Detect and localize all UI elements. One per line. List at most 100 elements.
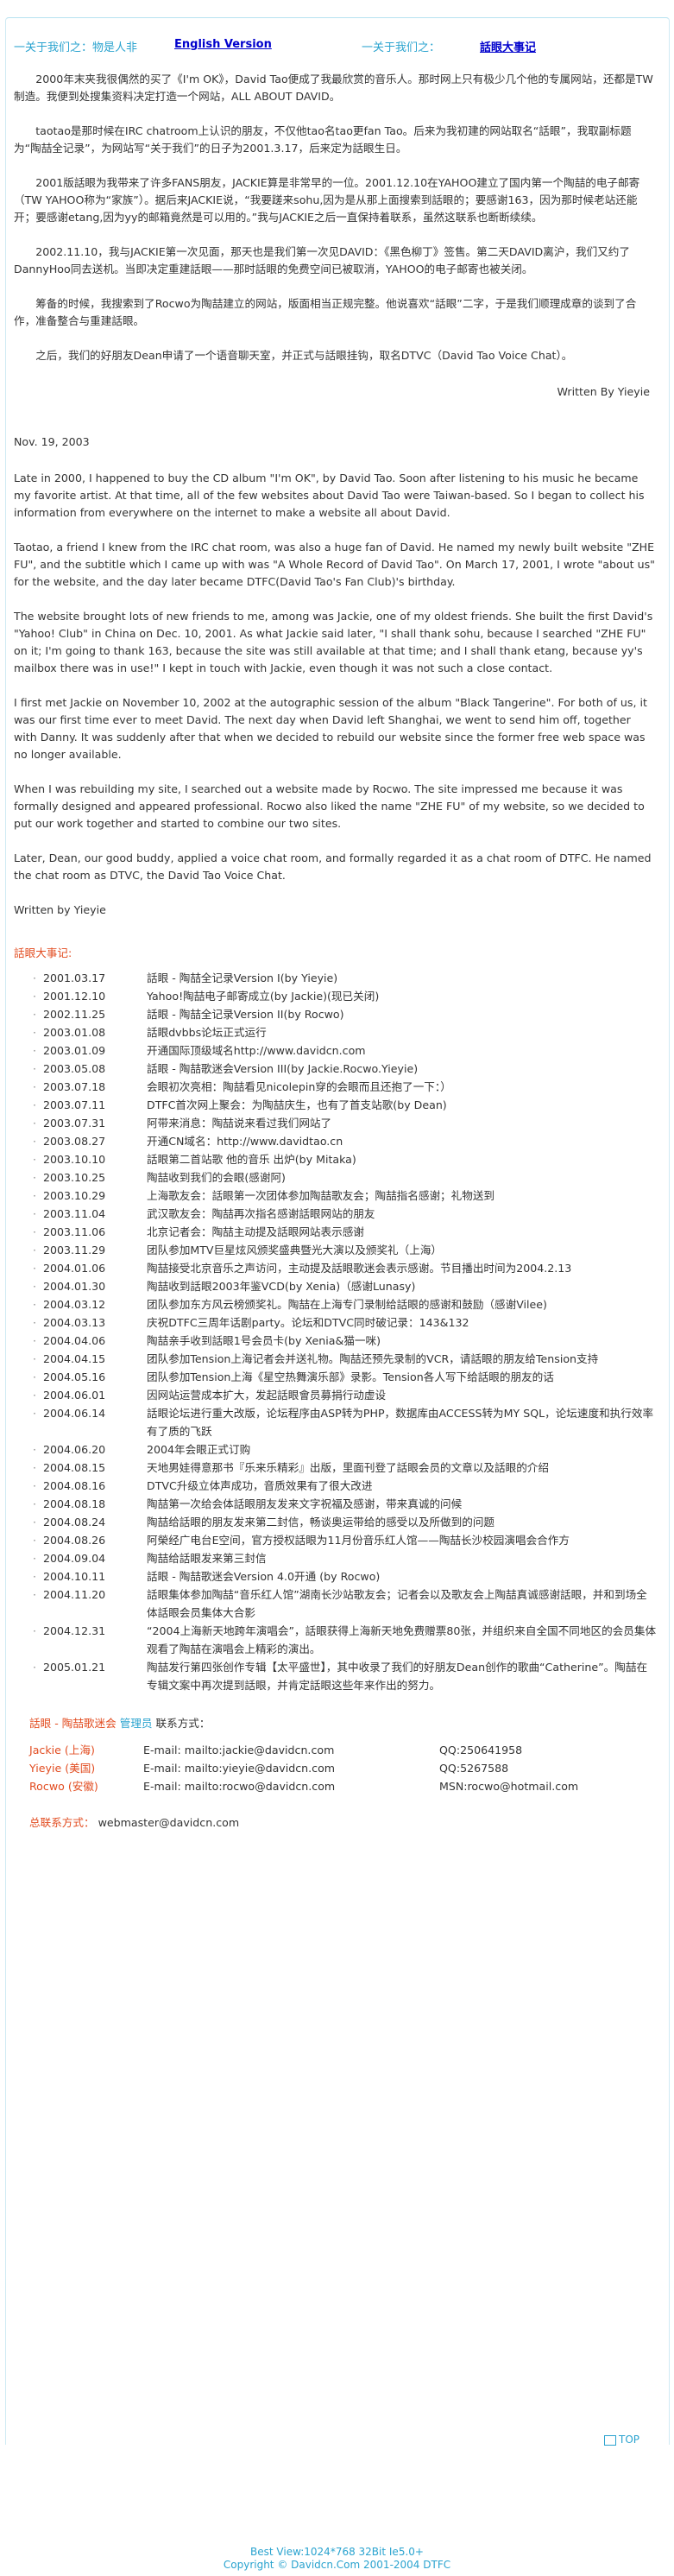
event-item: · 2005.01.21 陶喆发行第四张创作专辑【太平盛世】，其中收录了我们的好朋友… xyxy=(14,1658,657,1694)
event-item: · 2004.10.11 話眼 - 陶喆歌迷会Version 4.0开通 (by R… xyxy=(14,1567,657,1585)
event-text: 話眼 - 陶喆全记录Version I(by Yieyie) xyxy=(147,972,338,984)
bullet-icon: · xyxy=(33,1352,37,1365)
event-text: 陶喆接受北京音乐之声访问，主动提及話眼歌迷会表示感谢。节目播出时间为2004.2… xyxy=(147,1262,572,1275)
event-date: 2003.07.18 xyxy=(43,1080,106,1093)
event-date: 2003.10.10 xyxy=(43,1153,106,1166)
event-text: 陶喆收到我们的会眼(感谢阿) xyxy=(147,1171,286,1184)
main-content: 2000年末夹我很偶然的买了《I'm OK》，David Tao便成了我最欣赏的… xyxy=(14,71,657,1832)
bullet-icon: · xyxy=(33,1008,37,1021)
bullet-icon: · xyxy=(33,1117,37,1130)
event-date: 2004.03.13 xyxy=(43,1316,106,1329)
contact-heading: 話眼 - 陶喆歌迷会 管理员 联系方式： xyxy=(29,1715,657,1732)
event-item: · 2004.12.31 “2004上海新天地跨年演唱会”，話眼获得上海新天地免费赠… xyxy=(14,1622,657,1658)
event-item: · 2004.03.12 团队参加东方风云榜颁奖礼。陶喆在上海专门录制给話眼的感谢和… xyxy=(14,1295,657,1313)
contact-row: Yieyie (美国) E-mail: mailto:yieyie@davidc… xyxy=(29,1759,657,1777)
event-text: 会眼初次亮相：陶喆看见nicolepin穿的会眼而且还抱了一下：） xyxy=(147,1080,451,1093)
event-text: DTVC升级立体声成功，音质效果有了很大改进 xyxy=(147,1479,373,1492)
event-date: 2004.05.16 xyxy=(43,1370,106,1383)
event-date: 2004.12.31 xyxy=(43,1624,106,1637)
event-item: · 2004.09.04 陶喆给話眼发来第三封信 xyxy=(14,1549,657,1567)
bullet-icon: · xyxy=(33,1370,37,1383)
cn-paragraph: 2001版話眼为我带来了许多FANS朋友，JACKIE算是非常早的一位。2001… xyxy=(14,176,640,224)
event-text: 陶喆给話眼的朋友发来第二封信，畅谈奥运带给的感受以及所做到的问题 xyxy=(147,1516,494,1529)
cn-paragraph: 2002.11.10，我与JACKIE第一次见面，那天也是我们第一次见DAVID… xyxy=(14,245,630,275)
event-text: 开通国际顶级域名http://www.davidcn.com xyxy=(147,1044,366,1057)
event-text: 阿带来消息：陶喆说来看过我们网站了 xyxy=(147,1117,332,1130)
bullet-icon: · xyxy=(33,1044,37,1057)
back-to-top-button[interactable]: TOP xyxy=(604,2434,639,2446)
event-item: · 2003.11.06 北京记者会：陶喆主动提及話眼网站表示感谢 xyxy=(14,1223,657,1241)
bullet-icon: · xyxy=(33,1062,37,1075)
event-item: · 2001.12.10 Yahoo!陶喆电子邮寄成立(by Jackie)(现已关… xyxy=(14,987,657,1005)
bullet-icon: · xyxy=(33,1334,37,1347)
contact-email-link[interactable]: E-mail: mailto:rocwo@davidcn.com xyxy=(143,1777,335,1795)
event-date: 2003.08.27 xyxy=(43,1135,106,1148)
event-item: · 2003.11.29 团队参加MTV巨星炫风颁奖盛典暨光大演以及颁奖礼（上海） xyxy=(14,1241,657,1259)
en-paragraph: Taotao, a friend I knew from the IRC cha… xyxy=(14,541,655,588)
event-item: · 2003.10.10 話眼第二首站歌 他的音乐 出炉(by Mitaka) xyxy=(14,1150,657,1168)
webmaster-email-link[interactable]: webmaster@davidcn.com xyxy=(98,1816,240,1829)
event-text: 話眼集体参加陶喆“音乐红人馆”湖南长沙站歌友会；记者会以及歌友会上陶喆真诚感谢話… xyxy=(147,1588,647,1619)
event-date: 2004.08.26 xyxy=(43,1534,106,1547)
event-text: 陶喆发行第四张创作专辑【太平盛世】，其中收录了我们的好朋友Dean创作的歌曲“C… xyxy=(147,1661,648,1692)
event-date: 2004.06.14 xyxy=(43,1407,106,1420)
bullet-icon: · xyxy=(33,1552,37,1565)
en-paragraph: When I was rebuilding my site, I searche… xyxy=(14,782,645,830)
event-text: 陶喆亲手收到話眼1号会员卡(by Xenia&猫一咪) xyxy=(147,1334,381,1347)
event-item: · 2004.01.06 陶喆接受北京音乐之声访问，主动提及話眼歌迷会表示感谢。节目… xyxy=(14,1259,657,1277)
event-date: 2003.05.08 xyxy=(43,1062,106,1075)
signature-en: Written by Yieyie xyxy=(14,903,106,916)
event-text: 武汉歌友会：陶喆再次指名感谢話眼网站的朋友 xyxy=(147,1207,375,1220)
contact-name: Rocwo (安徽) xyxy=(29,1780,98,1793)
bullet-icon: · xyxy=(33,1588,37,1601)
event-date: 2003.01.09 xyxy=(43,1044,106,1057)
bullet-icon: · xyxy=(33,1244,37,1256)
event-date: 2001.03.17 xyxy=(43,972,106,984)
event-date: 2004.04.06 xyxy=(43,1334,106,1347)
cn-paragraph: 2000年末夹我很偶然的买了《I'm OK》，David Tao便成了我最欣赏的… xyxy=(14,73,653,103)
bullet-icon: · xyxy=(33,1461,37,1474)
bullet-icon: · xyxy=(33,1135,37,1148)
bullet-icon: · xyxy=(33,1298,37,1311)
event-text: DTFC首次网上聚会：为陶喆庆生，也有了首支站歌(by Dean) xyxy=(147,1098,447,1111)
bullet-icon: · xyxy=(33,1280,37,1293)
event-date: 2004.10.11 xyxy=(43,1570,106,1583)
event-item: · 2003.05.08 話眼 - 陶喆歌迷会Version III(by Jack… xyxy=(14,1060,657,1078)
event-date: 2004.06.01 xyxy=(43,1389,106,1402)
event-date: 2004.08.18 xyxy=(43,1497,106,1510)
signature-cn: Written By Yieyie xyxy=(557,385,650,398)
event-date: 2004.03.12 xyxy=(43,1298,106,1311)
english-version-link[interactable]: English Version xyxy=(174,38,272,51)
bullet-icon: · xyxy=(33,1316,37,1329)
bullet-icon: · xyxy=(33,1153,37,1166)
contact-section: 話眼 - 陶喆歌迷会 管理员 联系方式： Jackie (上海) E-mail:… xyxy=(14,1715,657,1832)
event-text: 話眼 - 陶喆全记录Version II(by Rocwo) xyxy=(147,1008,344,1021)
event-date: 2004.08.16 xyxy=(43,1479,106,1492)
general-contact: 总联系方式： webmaster@davidcn.com xyxy=(29,1814,657,1832)
contact-email-link[interactable]: E-mail: mailto:yieyie@davidcn.com xyxy=(143,1759,335,1777)
event-date: 2003.07.11 xyxy=(43,1098,106,1111)
event-text: 开通CN域名：http://www.davidtao.cn xyxy=(147,1135,343,1148)
contact-heading-site: 話眼 - 陶喆歌迷会 xyxy=(29,1717,117,1730)
nav-label-events: 一关于我们之： xyxy=(362,41,441,54)
article-date: Nov. 19, 2003 xyxy=(14,435,90,448)
bullet-icon: · xyxy=(33,1497,37,1510)
event-date: 2004.06.20 xyxy=(43,1443,106,1456)
event-item: · 2004.05.16 团队参加Tension上海《星空热舞演乐部》录影。Tens… xyxy=(14,1368,657,1386)
contact-email-link[interactable]: E-mail: mailto:jackie@davidcn.com xyxy=(143,1741,334,1759)
event-item: · 2003.11.04 武汉歌友会：陶喆再次指名感谢話眼网站的朋友 xyxy=(14,1205,657,1223)
events-link[interactable]: 話眼大事记 xyxy=(480,38,536,54)
bullet-icon: · xyxy=(33,1516,37,1529)
event-date: 2003.11.06 xyxy=(43,1225,106,1238)
cn-paragraph: 之后，我们的好朋友Dean申请了一个语音聊天室，并正式与話眼挂钩，取名DTVC（… xyxy=(35,349,573,362)
contact-row: Jackie (上海) E-mail: mailto:jackie@davidc… xyxy=(29,1741,657,1759)
bullet-icon: · xyxy=(33,1262,37,1275)
event-item: · 2004.08.18 陶喆第一次给会体話眼朋友发来文字祝福及感谢，带来真诚的问候 xyxy=(14,1495,657,1513)
event-text: 話眼dvbbs论坛正式运行 xyxy=(147,1026,267,1039)
event-item: · 2004.08.16 DTVC升级立体声成功，音质效果有了很大改进 xyxy=(14,1477,657,1495)
en-paragraph: I first met Jackie on November 10, 2002 … xyxy=(14,696,647,761)
event-text: 話眼第二首站歌 他的音乐 出炉(by Mitaka) xyxy=(147,1153,356,1166)
bullet-icon: · xyxy=(33,1080,37,1093)
en-paragraph: The website brought lots of new friends … xyxy=(14,610,653,674)
event-text: 北京记者会：陶喆主动提及話眼网站表示感谢 xyxy=(147,1225,364,1238)
